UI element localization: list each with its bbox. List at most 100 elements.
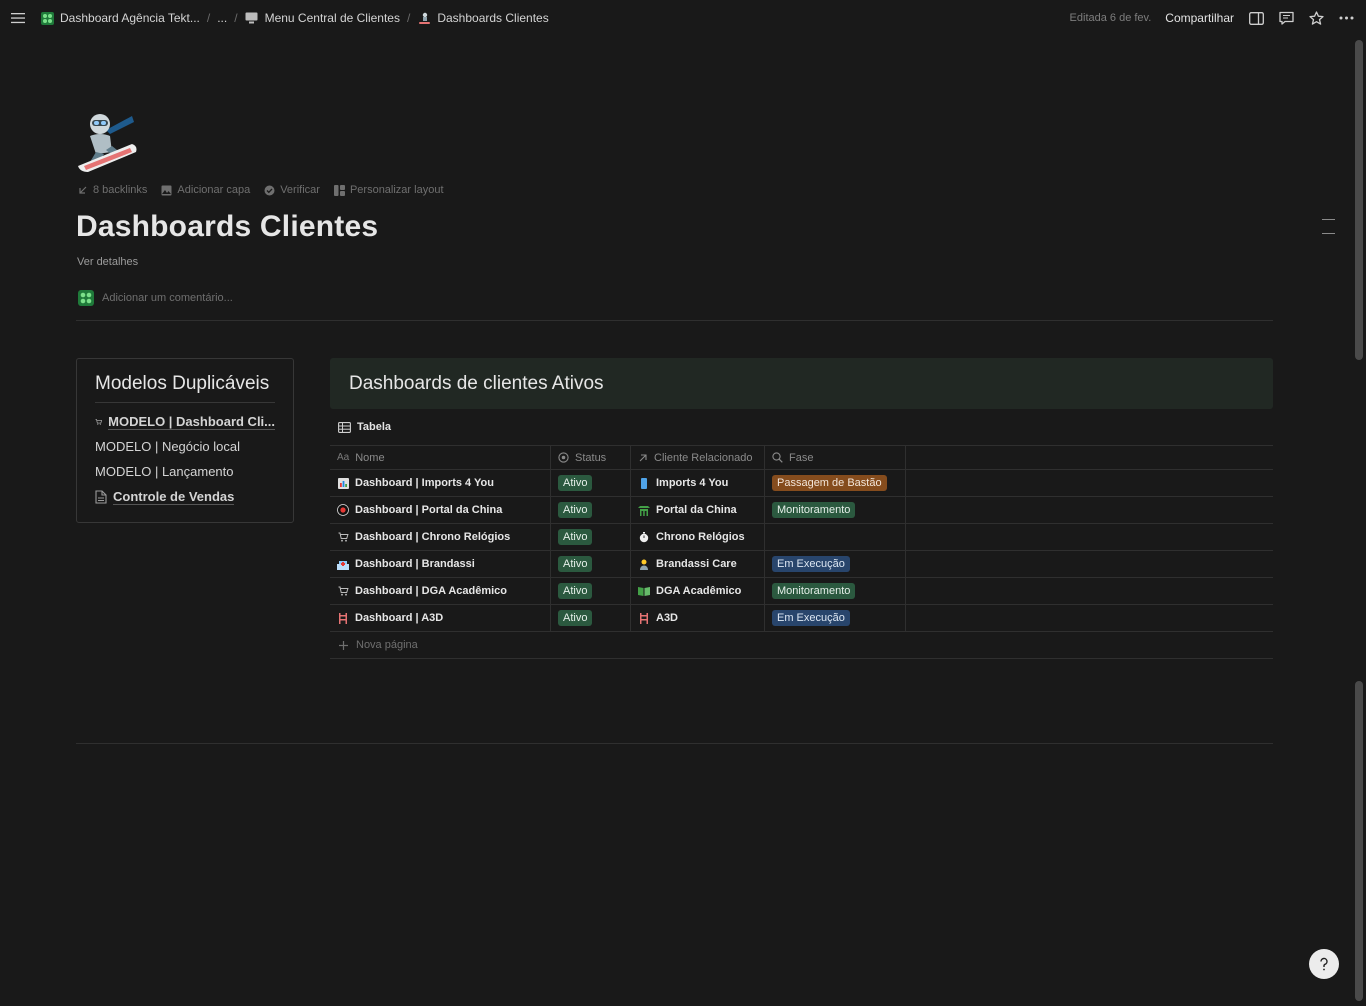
monitor-icon	[245, 11, 259, 25]
layout-panel-icon[interactable]	[1248, 10, 1264, 26]
sidebar-menu-button[interactable]	[0, 0, 36, 36]
row-name: Dashboard | Brandassi	[355, 558, 475, 570]
layout-icon	[333, 184, 345, 196]
row-status-cell[interactable]: Ativo	[551, 497, 631, 523]
breadcrumb-separator: /	[406, 11, 411, 25]
column-header-name[interactable]: Aa Nome	[330, 446, 551, 469]
row-client-cell[interactable]: Brandassi Care	[631, 551, 765, 577]
breadcrumb-ellipsis[interactable]: ...	[213, 11, 231, 25]
column-header-empty	[906, 446, 1273, 469]
add-comment-row[interactable]: Adicionar um comentário...	[78, 290, 233, 306]
column-header-phase[interactable]: Fase	[765, 446, 906, 469]
model-item-dashboard[interactable]: MODELO | Dashboard Cli...	[95, 409, 275, 434]
database-table: Aa Nome Status Cliente Relacionado Fase …	[330, 445, 1273, 659]
breadcrumb-workspace[interactable]: Dashboard Agência Tekt...	[36, 11, 204, 25]
breadcrumb-label: Menu Central de Clientes	[264, 11, 400, 25]
table-row[interactable]: Dashboard | A3D Ativo A3D Em Execução	[330, 605, 1273, 632]
row-phase-cell[interactable]	[765, 524, 906, 550]
row-status-cell[interactable]: Ativo	[551, 524, 631, 550]
row-status-cell[interactable]: Ativo	[551, 605, 631, 631]
table-of-contents-icon[interactable]	[1322, 219, 1336, 235]
database-title[interactable]: Dashboards de clientes Ativos	[349, 373, 604, 395]
row-phase-cell[interactable]: Em Execução	[765, 605, 906, 631]
table-row[interactable]: Dashboard | Chrono Relógios Ativo Chrono…	[330, 524, 1273, 551]
row-name: Dashboard | A3D	[355, 612, 444, 624]
row-name-cell[interactable]: Dashboard | DGA Acadêmico	[330, 578, 551, 604]
view-tab-label: Tabela	[357, 421, 392, 433]
phase-badge: Monitoramento	[772, 502, 856, 518]
cart-icon	[95, 418, 103, 425]
column-header-client[interactable]: Cliente Relacionado	[631, 446, 765, 469]
see-details-link[interactable]: Ver detalhes	[77, 256, 138, 268]
scrollbar-thumb-bottom[interactable]	[1355, 681, 1363, 1001]
backlinks-button[interactable]: 8 backlinks	[78, 184, 147, 196]
row-client-cell[interactable]: Imports 4 You	[631, 470, 765, 496]
star-icon[interactable]	[1308, 10, 1324, 26]
table-row[interactable]: Dashboard | Portal da China Ativo Portal…	[330, 497, 1273, 524]
verify-button[interactable]: Verificar	[264, 184, 320, 196]
row-client-cell[interactable]: A3D	[631, 605, 765, 631]
column-header-status[interactable]: Status	[551, 446, 631, 469]
view-tab-table[interactable]: Tabela	[338, 421, 391, 433]
row-status-cell[interactable]: Ativo	[551, 470, 631, 496]
row-client-cell[interactable]: Chrono Relógios	[631, 524, 765, 550]
top-bar: Dashboard Agência Tekt... / ... / Menu C…	[0, 0, 1366, 36]
row-name-cell[interactable]: Dashboard | A3D	[330, 605, 551, 631]
table-row[interactable]: Dashboard | Brandassi Ativo Brandassi Ca…	[330, 551, 1273, 578]
row-phase-cell[interactable]: Em Execução	[765, 551, 906, 577]
model-item-controle-vendas[interactable]: Controle de Vendas	[95, 484, 275, 509]
column-label: Fase	[789, 451, 814, 464]
row-name-cell[interactable]: Dashboard | Brandassi	[330, 551, 551, 577]
breadcrumb-current-page[interactable]: Dashboards Clientes	[413, 11, 552, 25]
row-name-cell[interactable]: Dashboard | Imports 4 You	[330, 470, 551, 496]
breadcrumb-menu-central[interactable]: Menu Central de Clientes	[241, 11, 404, 25]
row-name-cell[interactable]: Dashboard | Chrono Relógios	[330, 524, 551, 550]
workspace-logo-icon	[40, 11, 54, 25]
breadcrumb-label: Dashboards Clientes	[437, 11, 549, 25]
phone-icon	[638, 477, 650, 489]
breadcrumb-label: ...	[217, 11, 228, 25]
table-row[interactable]: Dashboard | DGA Acadêmico Ativo DGA Acad…	[330, 578, 1273, 605]
search-icon	[772, 452, 783, 463]
model-item-lancamento[interactable]: MODELO | Lançamento	[95, 459, 275, 484]
snowboarder-icon	[417, 11, 431, 25]
add-cover-button[interactable]: Adicionar capa	[161, 184, 250, 196]
row-phase-cell[interactable]: Monitoramento	[765, 497, 906, 523]
page-title[interactable]: Dashboards Clientes	[76, 210, 378, 244]
model-item-negocio-local[interactable]: MODELO | Negócio local	[95, 434, 275, 459]
page-scrollbar[interactable]	[1352, 36, 1366, 1006]
row-client-cell[interactable]: Portal da China	[631, 497, 765, 523]
row-empty-cell	[906, 497, 1273, 523]
row-status-cell[interactable]: Ativo	[551, 551, 631, 577]
page-icon-snowboarder-icon[interactable]	[76, 110, 140, 174]
comments-icon[interactable]	[1278, 10, 1294, 26]
scrollbar-thumb-top[interactable]	[1355, 40, 1363, 360]
chair-icon	[337, 612, 349, 624]
red-circle-logo-icon	[337, 504, 349, 516]
customize-layout-button[interactable]: Personalizar layout	[333, 184, 444, 196]
new-page-button[interactable]: Nova página	[330, 632, 1273, 659]
temple-icon	[638, 504, 650, 516]
phase-badge: Passagem de Bastão	[772, 475, 887, 491]
relation-arrow-icon	[639, 453, 647, 461]
share-button[interactable]: Compartilhar	[1165, 11, 1234, 25]
models-callout: Modelos Duplicáveis MODELO | Dashboard C…	[76, 358, 294, 523]
help-question-icon	[1320, 957, 1328, 971]
row-phase-cell[interactable]: Passagem de Bastão	[765, 470, 906, 496]
table-icon	[338, 421, 351, 433]
row-name-cell[interactable]: Dashboard | Portal da China	[330, 497, 551, 523]
row-name: Dashboard | Chrono Relógios	[355, 531, 511, 543]
row-empty-cell	[906, 605, 1273, 631]
divider	[76, 320, 1273, 321]
table-row[interactable]: Dashboard | Imports 4 You Ativo Imports …	[330, 470, 1273, 497]
model-item-label: Controle de Vendas	[113, 488, 235, 505]
backlinks-label: 8 backlinks	[93, 184, 148, 196]
row-empty-cell	[906, 470, 1273, 496]
help-button[interactable]	[1309, 949, 1339, 979]
row-client-cell[interactable]: DGA Acadêmico	[631, 578, 765, 604]
status-badge: Ativo	[558, 502, 593, 518]
database-header: Dashboards de clientes Ativos	[330, 358, 1273, 409]
row-phase-cell[interactable]: Monitoramento	[765, 578, 906, 604]
row-status-cell[interactable]: Ativo	[551, 578, 631, 604]
more-options-icon[interactable]	[1338, 10, 1354, 26]
